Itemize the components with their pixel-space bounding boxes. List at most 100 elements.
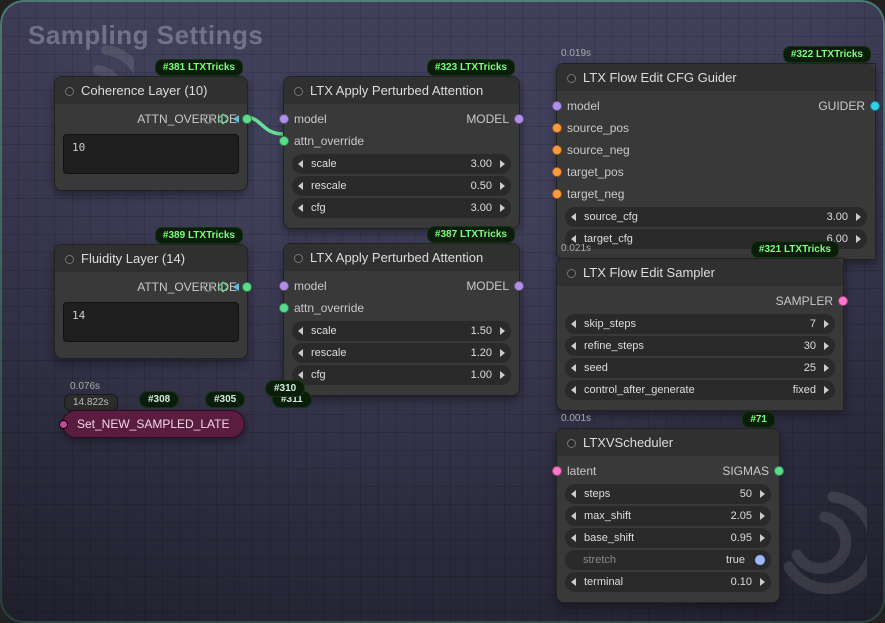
node-flow-edit-sampler[interactable]: 0.021s #321 LTXTricks LTX Flow Edit Samp…	[556, 258, 844, 411]
output-port-model[interactable]	[514, 114, 524, 124]
decrement-icon[interactable]	[571, 320, 576, 328]
widget-refine-steps[interactable]: refine_steps30	[565, 336, 835, 356]
decrement-icon[interactable]	[298, 349, 303, 357]
collapse-icon[interactable]	[65, 87, 74, 96]
decrement-icon[interactable]	[298, 182, 303, 190]
node-apply-perturbed-attention-a[interactable]: #323 LTXTricks LTX Apply Perturbed Atten…	[283, 76, 520, 229]
widget-control-after-generate[interactable]: control_after_generatefixed	[565, 380, 835, 400]
collapse-icon[interactable]	[294, 87, 303, 96]
node-title: Coherence Layer (10)	[81, 83, 207, 98]
text-widget[interactable]: 10	[63, 134, 239, 174]
increment-icon[interactable]	[760, 512, 765, 520]
input-port-attn-override[interactable]	[279, 136, 289, 146]
collapse-icon[interactable]	[567, 269, 576, 278]
output-port-sampler[interactable]	[838, 296, 848, 306]
node-titlebar[interactable]: LTX Apply Perturbed Attention	[284, 244, 519, 271]
node-titlebar[interactable]: LTX Flow Edit CFG Guider	[557, 64, 875, 91]
output-port-model[interactable]	[514, 281, 524, 291]
node-flow-edit-cfg-guider[interactable]: 0.019s #322 LTXTricks LTX Flow Edit CFG …	[556, 63, 876, 260]
output-port-guider[interactable]	[870, 101, 880, 111]
widget-seed[interactable]: seed25	[565, 358, 835, 378]
input-label: attn_override	[294, 301, 509, 315]
node-set-new-sampled-latent[interactable]: Set_NEW_SAMPLED_LATE	[62, 410, 245, 438]
port-icon	[203, 282, 213, 292]
increment-icon[interactable]	[824, 320, 829, 328]
increment-icon[interactable]	[760, 534, 765, 542]
decrement-icon[interactable]	[571, 235, 576, 243]
decrement-icon[interactable]	[571, 364, 576, 372]
widget-stretch[interactable]: stretchtrue	[565, 550, 771, 570]
widget-base-shift[interactable]: base_shift0.95	[565, 528, 771, 548]
node-titlebar[interactable]: Fluidity Layer (14)	[55, 245, 247, 272]
increment-icon[interactable]	[760, 578, 765, 586]
decrement-icon[interactable]	[571, 578, 576, 586]
collapse-icon[interactable]	[567, 74, 576, 83]
increment-icon[interactable]	[856, 213, 861, 221]
output-port-attn-override[interactable]	[242, 114, 252, 124]
decrement-icon[interactable]	[571, 534, 576, 542]
widget-steps[interactable]: steps50	[565, 484, 771, 504]
decrement-icon[interactable]	[571, 512, 576, 520]
input-label: model	[567, 99, 716, 113]
increment-icon[interactable]	[824, 342, 829, 350]
widget-scale[interactable]: scale1.50	[292, 321, 511, 341]
input-port-target-neg[interactable]	[552, 189, 562, 199]
increment-icon[interactable]	[500, 182, 505, 190]
collapse-icon[interactable]	[567, 439, 576, 448]
collapse-icon[interactable]	[65, 255, 74, 264]
decrement-icon[interactable]	[571, 342, 576, 350]
increment-icon[interactable]	[856, 235, 861, 243]
node-titlebar[interactable]: LTX Flow Edit Sampler	[557, 259, 843, 286]
increment-icon[interactable]	[824, 386, 829, 394]
widget-skip-steps[interactable]: skip_steps7	[565, 314, 835, 334]
input-port-attn-override[interactable]	[279, 303, 289, 313]
collapse-icon[interactable]	[294, 254, 303, 263]
widget-terminal[interactable]: terminal0.10	[565, 572, 771, 592]
input-port[interactable]	[59, 420, 68, 429]
input-port-latent[interactable]	[552, 466, 562, 476]
widget-rescale[interactable]: rescale1.20	[292, 343, 511, 363]
increment-icon[interactable]	[500, 371, 505, 379]
increment-icon[interactable]	[500, 327, 505, 335]
output-port-sigmas[interactable]	[774, 466, 784, 476]
increment-icon[interactable]	[500, 349, 505, 357]
mute-icon[interactable]	[233, 115, 239, 123]
input-port-source-pos[interactable]	[552, 123, 562, 133]
input-label: source_pos	[567, 121, 865, 135]
decrement-icon[interactable]	[298, 371, 303, 379]
widget-source-cfg[interactable]: source_cfg3.00	[565, 207, 867, 227]
increment-icon[interactable]	[824, 364, 829, 372]
node-titlebar[interactable]: LTXVScheduler	[557, 429, 779, 456]
input-port-target-pos[interactable]	[552, 167, 562, 177]
node-ltxv-scheduler[interactable]: 0.001s #71 LTXVScheduler latent SIGMAS s…	[556, 428, 780, 603]
decrement-icon[interactable]	[298, 327, 303, 335]
input-port-model[interactable]	[552, 101, 562, 111]
node-titlebar[interactable]: Coherence Layer (10)	[55, 77, 247, 104]
text-widget[interactable]: 14	[63, 302, 239, 342]
increment-icon[interactable]	[760, 490, 765, 498]
node-title: LTX Flow Edit CFG Guider	[583, 70, 737, 85]
widget-cfg[interactable]: cfg1.00	[292, 365, 511, 385]
widget-rescale[interactable]: rescale0.50	[292, 176, 511, 196]
increment-icon[interactable]	[500, 204, 505, 212]
decrement-icon[interactable]	[571, 490, 576, 498]
node-fluidity-layer[interactable]: #389 LTXTricks Fluidity Layer (14) ATTN_…	[54, 244, 248, 359]
decrement-icon[interactable]	[298, 160, 303, 168]
node-coherence-layer[interactable]: #381 LTXTricks Coherence Layer (10) ATTN…	[54, 76, 248, 191]
node-titlebar[interactable]: LTX Apply Perturbed Attention	[284, 77, 519, 104]
output-port-attn-override[interactable]	[242, 282, 252, 292]
widget-scale[interactable]: scale3.00	[292, 154, 511, 174]
decrement-icon[interactable]	[571, 386, 576, 394]
node-graph-canvas[interactable]: Sampling Settings #381	[0, 0, 885, 623]
node-apply-perturbed-attention-b[interactable]: #387 LTXTricks LTX Apply Perturbed Atten…	[283, 243, 520, 396]
increment-icon[interactable]	[500, 160, 505, 168]
input-port-model[interactable]	[279, 281, 289, 291]
decrement-icon[interactable]	[571, 213, 576, 221]
widget-cfg[interactable]: cfg3.00	[292, 198, 511, 218]
mute-icon[interactable]	[233, 283, 239, 291]
decrement-icon[interactable]	[298, 204, 303, 212]
output-label: SAMPLER	[567, 294, 833, 308]
widget-max-shift[interactable]: max_shift2.05	[565, 506, 771, 526]
input-port-model[interactable]	[279, 114, 289, 124]
input-port-source-neg[interactable]	[552, 145, 562, 155]
